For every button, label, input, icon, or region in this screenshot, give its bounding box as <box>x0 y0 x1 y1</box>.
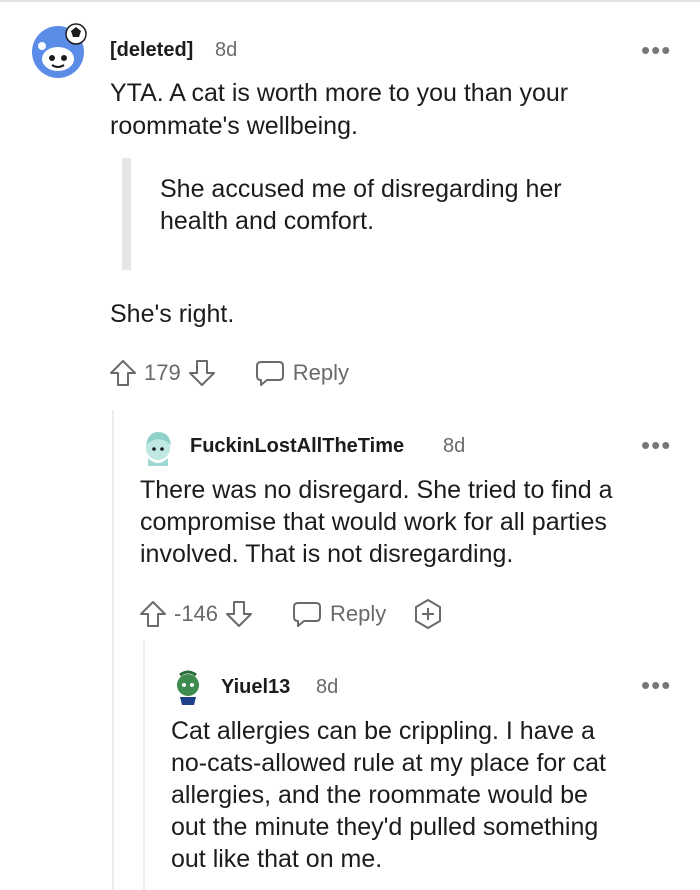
comment-body-line: There was no disregard. She tried to fin… <box>140 476 613 504</box>
comment-body-line: no-cats-allowed rule at my place for cat <box>171 749 606 777</box>
upvote-arrow-icon[interactable] <box>138 599 168 629</box>
comment-author[interactable]: [deleted] <box>110 39 193 62</box>
quote-line: health and comfort. <box>160 207 375 235</box>
comment-age: 8d <box>215 39 238 61</box>
comment-age: 8d <box>316 676 339 698</box>
comment-body-line: out like that on me. <box>171 845 383 873</box>
top-divider <box>0 0 700 2</box>
reply-label: Reply <box>330 601 387 626</box>
reply-label: Reply <box>292 360 349 385</box>
comment-body-line: roommate's wellbeing. <box>110 112 358 140</box>
user-avatar[interactable] <box>170 667 206 712</box>
comment-body-line: Cat allergies can be crippling. I have a <box>171 717 595 745</box>
downvote-arrow-icon[interactable] <box>224 599 254 629</box>
more-options-icon[interactable]: ••• <box>641 432 671 458</box>
reply-button[interactable]: Reply <box>292 600 386 628</box>
more-options-icon[interactable]: ••• <box>641 37 671 63</box>
comment-author[interactable]: Yiuel13 <box>221 676 290 699</box>
comment-body-line: compromise that would work for all parti… <box>140 508 607 536</box>
comment-age: 8d <box>443 435 466 457</box>
comment-body-line: out the minute they'd pulled something <box>171 813 599 841</box>
thread-line <box>112 410 114 890</box>
vote-count: 179 <box>144 360 181 385</box>
vote-count: -146 <box>174 601 219 626</box>
reply-bubble-icon <box>255 361 284 386</box>
comment-actions: -146 Reply <box>138 598 444 630</box>
reply-button[interactable]: Reply <box>255 359 349 387</box>
comment-body-line: involved. That is not disregarding. <box>140 540 514 568</box>
quote-line: She accused me of disregarding her <box>160 175 562 203</box>
more-options-icon[interactable]: ••• <box>641 672 671 698</box>
thread-line <box>143 640 145 890</box>
reply-bubble-icon <box>293 602 322 627</box>
quote-bar <box>122 158 131 270</box>
comment-actions: 179 Reply <box>108 358 349 388</box>
comment-body-line: She's right. <box>110 300 235 328</box>
downvote-arrow-icon[interactable] <box>187 358 217 388</box>
comment-author[interactable]: FuckinLostAllTheTime <box>190 435 404 458</box>
comment-body-line: YTA. A cat is worth more to you than you… <box>110 79 569 107</box>
comment-body-line: allergies, and the roommate would be <box>171 781 588 809</box>
upvote-arrow-icon[interactable] <box>108 358 138 388</box>
expand-plus-icon[interactable] <box>412 598 444 630</box>
user-avatar[interactable] <box>140 428 176 473</box>
deleted-user-avatar[interactable] <box>30 22 90 85</box>
